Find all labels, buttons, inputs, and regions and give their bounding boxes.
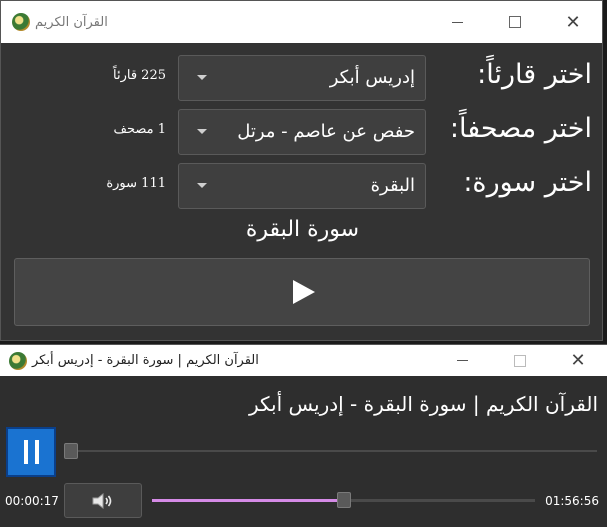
reader-label: اختر قارئاً: <box>477 59 592 90</box>
mushaf-count: 1 مصحف <box>113 122 167 137</box>
surah-count: 111 سورة <box>106 176 166 191</box>
surah-select-value: البقرة <box>370 175 415 196</box>
minimize-button[interactable] <box>428 1 486 43</box>
quran-app-icon <box>9 351 27 370</box>
pause-icon <box>23 440 28 464</box>
mushaf-select-value: حفص عن عاصم - مرتل <box>237 121 415 142</box>
surah-heading: سورة البقرة <box>245 217 360 242</box>
player-maximize-button[interactable] <box>491 345 549 376</box>
play-icon <box>293 280 315 304</box>
maximize-button[interactable] <box>486 1 544 43</box>
mushaf-row: اختر مصحفاً: حفص عن عاصم - مرتل 1 مصحف <box>1 109 602 155</box>
reader-select-value: إدريس أبكر <box>329 67 415 88</box>
play-button[interactable] <box>14 258 590 326</box>
reader-select[interactable]: إدريس أبكر <box>178 55 426 101</box>
mushaf-label: اختر مصحفاً: <box>449 113 592 144</box>
chevron-down-icon <box>197 183 207 188</box>
mushaf-select[interactable]: حفص عن عاصم - مرتل <box>178 109 426 155</box>
surah-select[interactable]: البقرة <box>178 163 426 209</box>
volume-fill <box>152 499 344 502</box>
reader-row: اختر قارئاً: إدريس أبكر 225 قارئاً <box>1 55 602 101</box>
chevron-down-icon <box>197 129 207 134</box>
volume-button[interactable] <box>64 483 142 518</box>
speaker-icon <box>92 492 112 509</box>
pause-button[interactable] <box>6 427 56 477</box>
player-close-button[interactable]: ✕ <box>549 345 607 376</box>
player-minimize-button[interactable] <box>433 345 491 376</box>
reader-count: 225 قارئاً <box>113 68 166 83</box>
close-icon: ✕ <box>570 350 586 371</box>
surah-row: اختر سورة: البقرة 111 سورة <box>1 163 602 209</box>
track-title: القرآن الكريم | سورة البقرة - إدريس أبكر <box>248 392 598 416</box>
elapsed-time: 00:00:17 <box>5 494 59 508</box>
player-window-title: القرآن الكريم | سورة البقرة - إدريس أبكر <box>32 353 259 368</box>
player-titlebar: القرآن الكريم | سورة البقرة - إدريس أبكر… <box>0 345 607 376</box>
minimize-icon <box>456 360 468 361</box>
pause-icon <box>34 440 39 464</box>
seek-slider[interactable] <box>64 450 597 452</box>
volume-handle[interactable] <box>336 492 351 508</box>
minimize-icon <box>451 21 463 23</box>
close-button[interactable]: ✕ <box>544 1 602 43</box>
seek-handle[interactable] <box>64 443 78 459</box>
surah-label: اختر سورة: <box>463 167 592 198</box>
chevron-down-icon <box>197 75 207 80</box>
player-window: القرآن الكريم | سورة البقرة - إدريس أبكر… <box>0 344 607 527</box>
main-titlebar: القرآن الكريم ✕ <box>1 1 602 43</box>
quran-app-icon <box>12 13 30 31</box>
maximize-icon <box>509 16 521 28</box>
total-duration: 01:56:56 <box>545 494 599 508</box>
close-icon: ✕ <box>565 11 581 33</box>
main-window-title: القرآن الكريم <box>35 14 108 30</box>
main-window: القرآن الكريم ✕ اختر قارئاً: إدريس أبكر … <box>0 0 603 341</box>
maximize-icon <box>514 354 526 367</box>
